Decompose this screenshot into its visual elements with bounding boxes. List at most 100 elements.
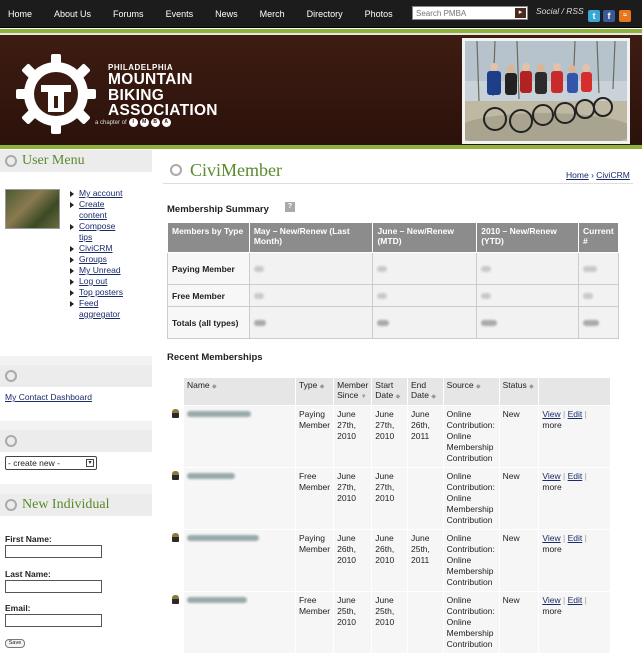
breadcrumb-separator: › <box>591 170 594 180</box>
menu-groups[interactable]: Groups <box>70 254 123 265</box>
summary-row-label: Paying Member <box>167 252 250 285</box>
breadcrumb-civicrm[interactable]: CiviCRM <box>596 170 630 180</box>
member-status: New <box>498 467 540 530</box>
twitter-icon[interactable]: t <box>588 10 600 22</box>
contact-block-header <box>0 365 152 387</box>
logo-text[interactable]: PHILADELPHIA MOUNTAIN BIKING ASSOCIATION <box>108 64 218 119</box>
summary-col-last-month: May – New/Renew (Last Month) <box>248 222 374 253</box>
table-row: Free Member June 27th, 2010 June 27th, 2… <box>167 467 611 530</box>
view-link[interactable]: View <box>542 471 560 481</box>
edit-link[interactable]: Edit <box>568 533 583 543</box>
membership-summary-title: Membership Summary <box>167 204 269 215</box>
nav-merch[interactable]: Merch <box>260 9 285 19</box>
menu-my-unread[interactable]: My Unread <box>70 265 123 276</box>
pmba-logo-icon[interactable] <box>14 52 98 136</box>
email-input[interactable] <box>5 614 102 627</box>
summary-cell-redacted[interactable] <box>476 252 579 285</box>
summary-cell-redacted[interactable] <box>577 252 620 285</box>
recent-col-source[interactable]: Source ◆ <box>442 377 500 406</box>
summary-row-label: Free Member <box>167 284 250 307</box>
menu-compose-tips[interactable]: Compose <box>70 221 123 232</box>
recent-col-type[interactable]: Type ◆ <box>294 377 335 406</box>
menu-log-out[interactable]: Log out <box>70 276 123 287</box>
member-name-redacted[interactable] <box>182 529 296 592</box>
menu-compose-tips-cont[interactable]: tips <box>70 232 123 243</box>
edit-link[interactable]: Edit <box>568 595 583 605</box>
search-input[interactable] <box>413 7 513 19</box>
nav-home[interactable]: Home <box>8 9 32 19</box>
sort-icon: ◆ <box>475 384 481 390</box>
recent-col-end-date[interactable]: End Date ◆ <box>406 377 444 406</box>
summary-cell-redacted[interactable] <box>476 284 579 307</box>
logo-line-association: ASSOCIATION <box>108 102 218 119</box>
facebook-icon[interactable]: f <box>603 10 615 22</box>
nav-about-us[interactable]: About Us <box>54 9 91 19</box>
search-button[interactable]: ▸ <box>515 8 526 18</box>
menu-my-account[interactable]: My account <box>70 188 123 199</box>
first-name-label: First Name: <box>5 534 52 544</box>
member-type: Paying Member <box>294 529 335 592</box>
menu-feed-aggregator-cont[interactable]: aggregator <box>70 309 123 320</box>
user-menu-list: My account Create content Compose tips C… <box>70 188 123 320</box>
recent-col-type-label: Type <box>298 380 318 390</box>
summary-row: Free Member <box>167 284 620 307</box>
nav-links: Home About Us Forums Events News Merch D… <box>8 0 415 28</box>
more-menu[interactable]: more <box>542 606 561 616</box>
block-gear-icon <box>5 435 17 447</box>
edit-link[interactable]: Edit <box>568 471 583 481</box>
menu-civicrm[interactable]: CiviCRM <box>70 243 123 254</box>
view-link[interactable]: View <box>542 595 560 605</box>
summary-col-ytd: 2010 – New/Renew (YTD) <box>476 222 579 253</box>
block-gear-icon <box>5 499 17 511</box>
recent-col-name[interactable]: Name ◆ <box>182 377 296 406</box>
menu-feed-aggregator[interactable]: Feed <box>70 298 123 309</box>
edit-link[interactable]: Edit <box>568 409 583 419</box>
help-icon[interactable]: ? <box>285 202 295 212</box>
more-menu[interactable]: more <box>542 544 561 554</box>
member-source: Online Contribution: Online Membership C… <box>442 529 500 592</box>
summary-cell-redacted <box>476 306 579 339</box>
create-new-select[interactable]: - create new - ▾ <box>5 456 97 470</box>
recent-col-member-since[interactable]: Member Since ▼ <box>333 377 373 406</box>
more-menu[interactable]: more <box>542 482 561 492</box>
view-link[interactable]: View <box>542 409 560 419</box>
view-link[interactable]: View <box>542 533 560 543</box>
page-title: CiviMember <box>190 160 282 180</box>
member-name-redacted[interactable] <box>182 467 296 530</box>
summary-cell-redacted[interactable] <box>372 252 478 285</box>
nav-news[interactable]: News <box>215 9 238 19</box>
menu-create-content[interactable]: Create <box>70 199 123 210</box>
sort-icon: ◆ <box>529 384 534 390</box>
top-navigation-bar: Home About Us Forums Events News Merch D… <box>0 0 642 28</box>
member-end-date <box>406 591 444 654</box>
menu-top-posters[interactable]: Top posters <box>70 287 123 298</box>
recent-col-start-date[interactable]: Start Date ◆ <box>371 377 408 406</box>
save-button[interactable]: Save <box>5 639 25 648</box>
summary-cell-redacted[interactable] <box>248 284 374 307</box>
imba-letter: A <box>161 118 171 127</box>
sort-icon: ◆ <box>431 394 436 400</box>
nav-events[interactable]: Events <box>166 9 194 19</box>
breadcrumb: Home › CiviCRM <box>566 170 630 180</box>
nav-forums[interactable]: Forums <box>113 9 144 19</box>
social-label: Social / RSS <box>536 6 584 16</box>
menu-create-content-cont[interactable]: content <box>70 210 123 221</box>
member-name-redacted[interactable] <box>182 405 296 468</box>
summary-cell-redacted <box>577 306 620 339</box>
nav-directory[interactable]: Directory <box>307 9 343 19</box>
first-name-input[interactable] <box>5 545 102 558</box>
summary-cell-redacted[interactable] <box>248 252 374 285</box>
member-name-redacted[interactable] <box>182 591 296 654</box>
summary-row: Paying Member <box>167 252 620 285</box>
more-menu[interactable]: more <box>542 420 561 430</box>
summary-cell-redacted[interactable] <box>577 284 620 307</box>
page-gear-icon <box>170 164 182 176</box>
summary-cell-redacted[interactable] <box>372 284 478 307</box>
my-contact-dashboard-link[interactable]: My Contact Dashboard <box>5 392 92 402</box>
breadcrumb-home[interactable]: Home <box>566 170 589 180</box>
rss-icon[interactable]: ≈ <box>619 10 631 22</box>
block-gear-icon <box>5 155 17 167</box>
recent-col-status[interactable]: Status ◆ <box>498 377 540 406</box>
nav-photos[interactable]: Photos <box>365 9 393 19</box>
last-name-input[interactable] <box>5 580 102 593</box>
